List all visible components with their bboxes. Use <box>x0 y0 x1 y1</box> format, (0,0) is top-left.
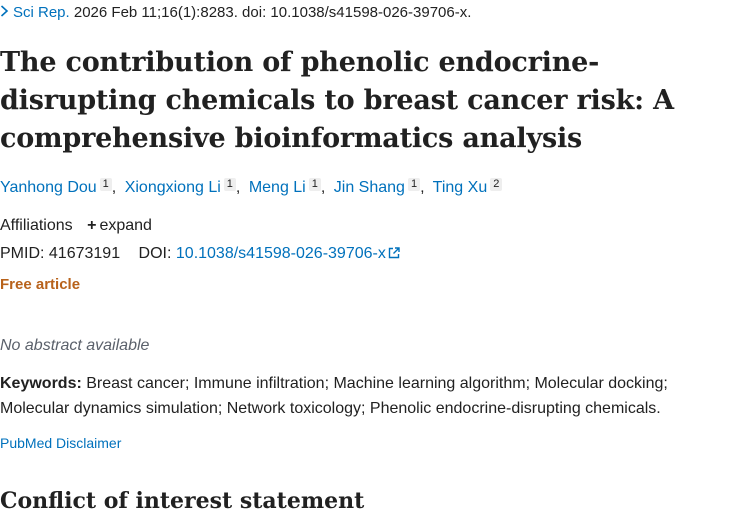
affiliation-number[interactable]: 1 <box>223 178 236 191</box>
affiliations-label: Affiliations <box>0 217 73 234</box>
free-article-badge: Free article <box>0 276 81 293</box>
authors-list: Yanhong Dou 1, Xiongxiong Li 1, Meng Li 1, … <box>0 178 503 197</box>
doi-value: 10.1038/s41598-026-39706-x <box>175 245 386 262</box>
plus-icon: + <box>87 217 97 234</box>
author-separator: , <box>235 179 241 196</box>
author-link[interactable]: Yanhong Dou <box>0 179 97 196</box>
expand-affiliations-button[interactable]: + expand <box>87 217 152 234</box>
author-link[interactable]: Xiongxiong Li <box>125 179 221 196</box>
keywords-label: Keywords: <box>0 375 82 392</box>
author-separator: , <box>420 179 425 196</box>
affiliation-number[interactable]: 1 <box>99 178 112 191</box>
affiliation-number[interactable]: 1 <box>407 178 421 191</box>
affiliation-number[interactable]: 2 <box>490 178 503 191</box>
external-link-icon <box>388 246 400 264</box>
author-link[interactable]: Ting Xu <box>433 179 488 196</box>
author-separator: , <box>111 179 117 196</box>
chevron-right-icon <box>0 4 9 20</box>
no-abstract-note: No abstract available <box>0 337 150 354</box>
identifiers-row: PMID: 41673191 DOI: 10.1038/s41598-026-3… <box>0 245 400 264</box>
author-separator: , <box>320 179 326 196</box>
pmid-value: 41673191 <box>48 245 121 262</box>
author-link[interactable]: Meng Li <box>249 179 306 196</box>
keywords-section: Keywords: Breast cancer; Immune infiltra… <box>0 371 735 421</box>
conflict-of-interest-heading: Conflict of interest statement <box>0 488 365 514</box>
affiliations-row: Affiliations + expand <box>0 217 152 235</box>
pubmed-disclaimer-link[interactable]: PubMed Disclaimer <box>0 435 121 451</box>
keywords-text: Breast cancer; Immune infiltration; Mach… <box>0 375 668 417</box>
doi-link[interactable]: 10.1038/s41598-026-39706-x <box>176 245 400 262</box>
expand-label: expand <box>99 217 152 234</box>
pmid-label: PMID: <box>0 245 45 262</box>
article-title: The contribution of phenolic endocrine-d… <box>0 47 674 154</box>
journal-link[interactable]: Sci Rep. <box>13 4 70 21</box>
citation-details: 2026 Feb 11;16(1):8283. doi: 10.1038/s41… <box>69 4 472 21</box>
doi-label: DOI: <box>138 245 172 262</box>
affiliation-number[interactable]: 1 <box>308 178 321 191</box>
author-link[interactable]: Jin Shang <box>334 179 405 196</box>
citation-line: Sci Rep. 2026 Feb 11;16(1):8283. doi: 10… <box>0 4 471 21</box>
